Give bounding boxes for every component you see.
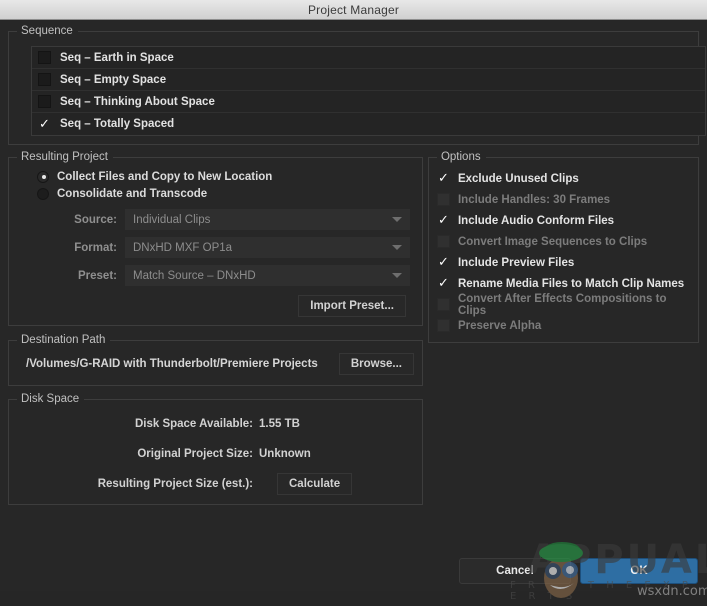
sequence-label: Seq – Earth in Space: [60, 51, 174, 64]
option-label: Rename Media Files to Match Clip Names: [457, 277, 685, 290]
original-project-size-label: Original Project Size:: [137, 447, 253, 460]
original-project-size-row: Original Project Size: Unknown: [17, 443, 414, 464]
radio-collect-files[interactable]: Collect Files and Copy to New Location: [37, 168, 414, 185]
options-group-title: Options: [436, 151, 486, 164]
format-value: DNxHD MXF OP1a: [133, 241, 233, 254]
option-checkbox[interactable]: [437, 212, 450, 227]
option-label: Convert Image Sequences to Clips: [457, 235, 648, 248]
option-label: Include Preview Files: [457, 256, 575, 269]
radio-label: Consolidate and Transcode: [57, 187, 208, 200]
options-group: Options Exclude Unused Clips Include Han…: [427, 151, 699, 343]
sequence-checkbox[interactable]: [38, 51, 51, 64]
sequence-label: Seq – Empty Space: [60, 73, 167, 86]
option-checkbox[interactable]: [436, 193, 450, 206]
right-column: Options Exclude Unused Clips Include Han…: [427, 151, 699, 519]
option-checkbox[interactable]: [437, 254, 450, 269]
option-checkbox[interactable]: [436, 319, 450, 332]
chevron-down-icon: [392, 273, 402, 278]
format-label: Format:: [74, 241, 117, 254]
format-row: Format: DNxHD MXF OP1a: [17, 237, 414, 258]
list-item[interactable]: Seq – Totally Spaced: [32, 113, 705, 135]
destination-path-group: Destination Path /Volumes/G-RAID with Th…: [8, 334, 423, 386]
left-column: Resulting Project Collect Files and Copy…: [8, 151, 423, 519]
sequence-label: Seq – Thinking About Space: [60, 95, 215, 108]
calculate-wrap: Calculate: [259, 472, 353, 495]
resulting-project-group-title: Resulting Project: [17, 151, 113, 164]
sequence-group: Sequence Seq – Earth in Space Seq – Empt…: [8, 25, 706, 145]
project-manager-dialog: Sequence Seq – Earth in Space Seq – Empt…: [0, 21, 707, 602]
radio-button[interactable]: [37, 187, 49, 200]
chevron-down-icon: [392, 245, 402, 250]
sequence-label: Seq – Totally Spaced: [60, 118, 175, 130]
option-label: Include Handles: 30 Frames: [457, 193, 611, 206]
list-item[interactable]: Seq – Earth in Space: [32, 47, 705, 69]
disk-space-available-label: Disk Space Available:: [134, 417, 253, 430]
source-row: Source: Individual Clips: [17, 209, 414, 230]
option-convert-ae-compositions-to-clips[interactable]: Convert After Effects Compositions to Cl…: [435, 292, 690, 317]
option-include-audio-conform-files[interactable]: Include Audio Conform Files: [435, 210, 690, 231]
resulting-project-size-row: Resulting Project Size (est.): Calculate: [17, 472, 414, 495]
source-value: Individual Clips: [133, 213, 211, 226]
window-title: Project Manager: [307, 2, 400, 17]
disk-space-available-value: 1.55 TB: [259, 417, 300, 430]
format-dropdown[interactable]: DNxHD MXF OP1a: [125, 237, 410, 258]
sequence-checkbox[interactable]: [38, 95, 51, 108]
import-preset-button[interactable]: Import Preset...: [298, 295, 406, 317]
option-checkbox[interactable]: [437, 275, 450, 290]
browse-button[interactable]: Browse...: [338, 353, 414, 375]
destination-path-group-title: Destination Path: [17, 334, 111, 347]
resulting-project-size-label: Resulting Project Size (est.):: [97, 477, 253, 490]
preset-value: Match Source – DNxHD: [133, 269, 256, 282]
list-item[interactable]: Seq – Empty Space: [32, 69, 705, 91]
sequence-checkbox[interactable]: [38, 116, 51, 131]
option-label: Preserve Alpha: [457, 319, 542, 332]
destination-path-row: /Volumes/G-RAID with Thunderbolt/Premier…: [17, 353, 414, 375]
radio-consolidate-transcode[interactable]: Consolidate and Transcode: [37, 185, 414, 202]
option-label: Exclude Unused Clips: [457, 172, 579, 185]
option-preserve-alpha[interactable]: Preserve Alpha: [435, 315, 690, 336]
list-item[interactable]: Seq – Thinking About Space: [32, 91, 705, 113]
dialog-footer: Cancel OK: [0, 557, 707, 591]
sequence-listbox[interactable]: Seq – Earth in Space Seq – Empty Space S…: [31, 46, 706, 136]
resulting-project-group: Resulting Project Collect Files and Copy…: [8, 151, 423, 326]
source-dropdown[interactable]: Individual Clips: [125, 209, 410, 230]
import-preset-row: Import Preset...: [17, 295, 414, 317]
option-include-handles[interactable]: Include Handles: 30 Frames: [435, 189, 690, 210]
original-project-size-value: Unknown: [259, 447, 311, 460]
sequence-checkbox[interactable]: [38, 73, 51, 86]
option-include-preview-files[interactable]: Include Preview Files: [435, 252, 690, 273]
disk-space-group: Disk Space Disk Space Available: 1.55 TB…: [8, 393, 423, 505]
chevron-down-icon: [392, 217, 402, 222]
disk-space-available-row: Disk Space Available: 1.55 TB: [17, 413, 414, 434]
source-label: Source:: [74, 213, 117, 226]
option-convert-image-sequences-to-clips[interactable]: Convert Image Sequences to Clips: [435, 231, 690, 252]
sequence-group-title: Sequence: [17, 25, 78, 38]
window-titlebar: Project Manager: [0, 0, 707, 20]
disk-space-group-title: Disk Space: [17, 393, 85, 406]
preset-row: Preset: Match Source – DNxHD: [17, 265, 414, 286]
destination-path-value: /Volumes/G-RAID with Thunderbolt/Premier…: [26, 358, 318, 370]
preset-label: Preset:: [78, 269, 117, 282]
option-checkbox[interactable]: [437, 170, 450, 185]
option-rename-media-files[interactable]: Rename Media Files to Match Clip Names: [435, 273, 690, 294]
option-exclude-unused-clips[interactable]: Exclude Unused Clips: [435, 168, 690, 189]
option-label: Include Audio Conform Files: [457, 214, 615, 227]
cancel-button[interactable]: Cancel: [459, 558, 571, 584]
mid-columns: Resulting Project Collect Files and Copy…: [8, 151, 699, 519]
preset-dropdown[interactable]: Match Source – DNxHD: [125, 265, 410, 286]
ok-button[interactable]: OK: [580, 558, 698, 584]
option-checkbox[interactable]: [436, 298, 450, 311]
radio-label: Collect Files and Copy to New Location: [57, 170, 273, 183]
radio-button[interactable]: [37, 170, 49, 183]
option-checkbox[interactable]: [436, 235, 450, 248]
option-label: Convert After Effects Compositions to Cl…: [457, 292, 667, 317]
calculate-button[interactable]: Calculate: [277, 472, 353, 495]
